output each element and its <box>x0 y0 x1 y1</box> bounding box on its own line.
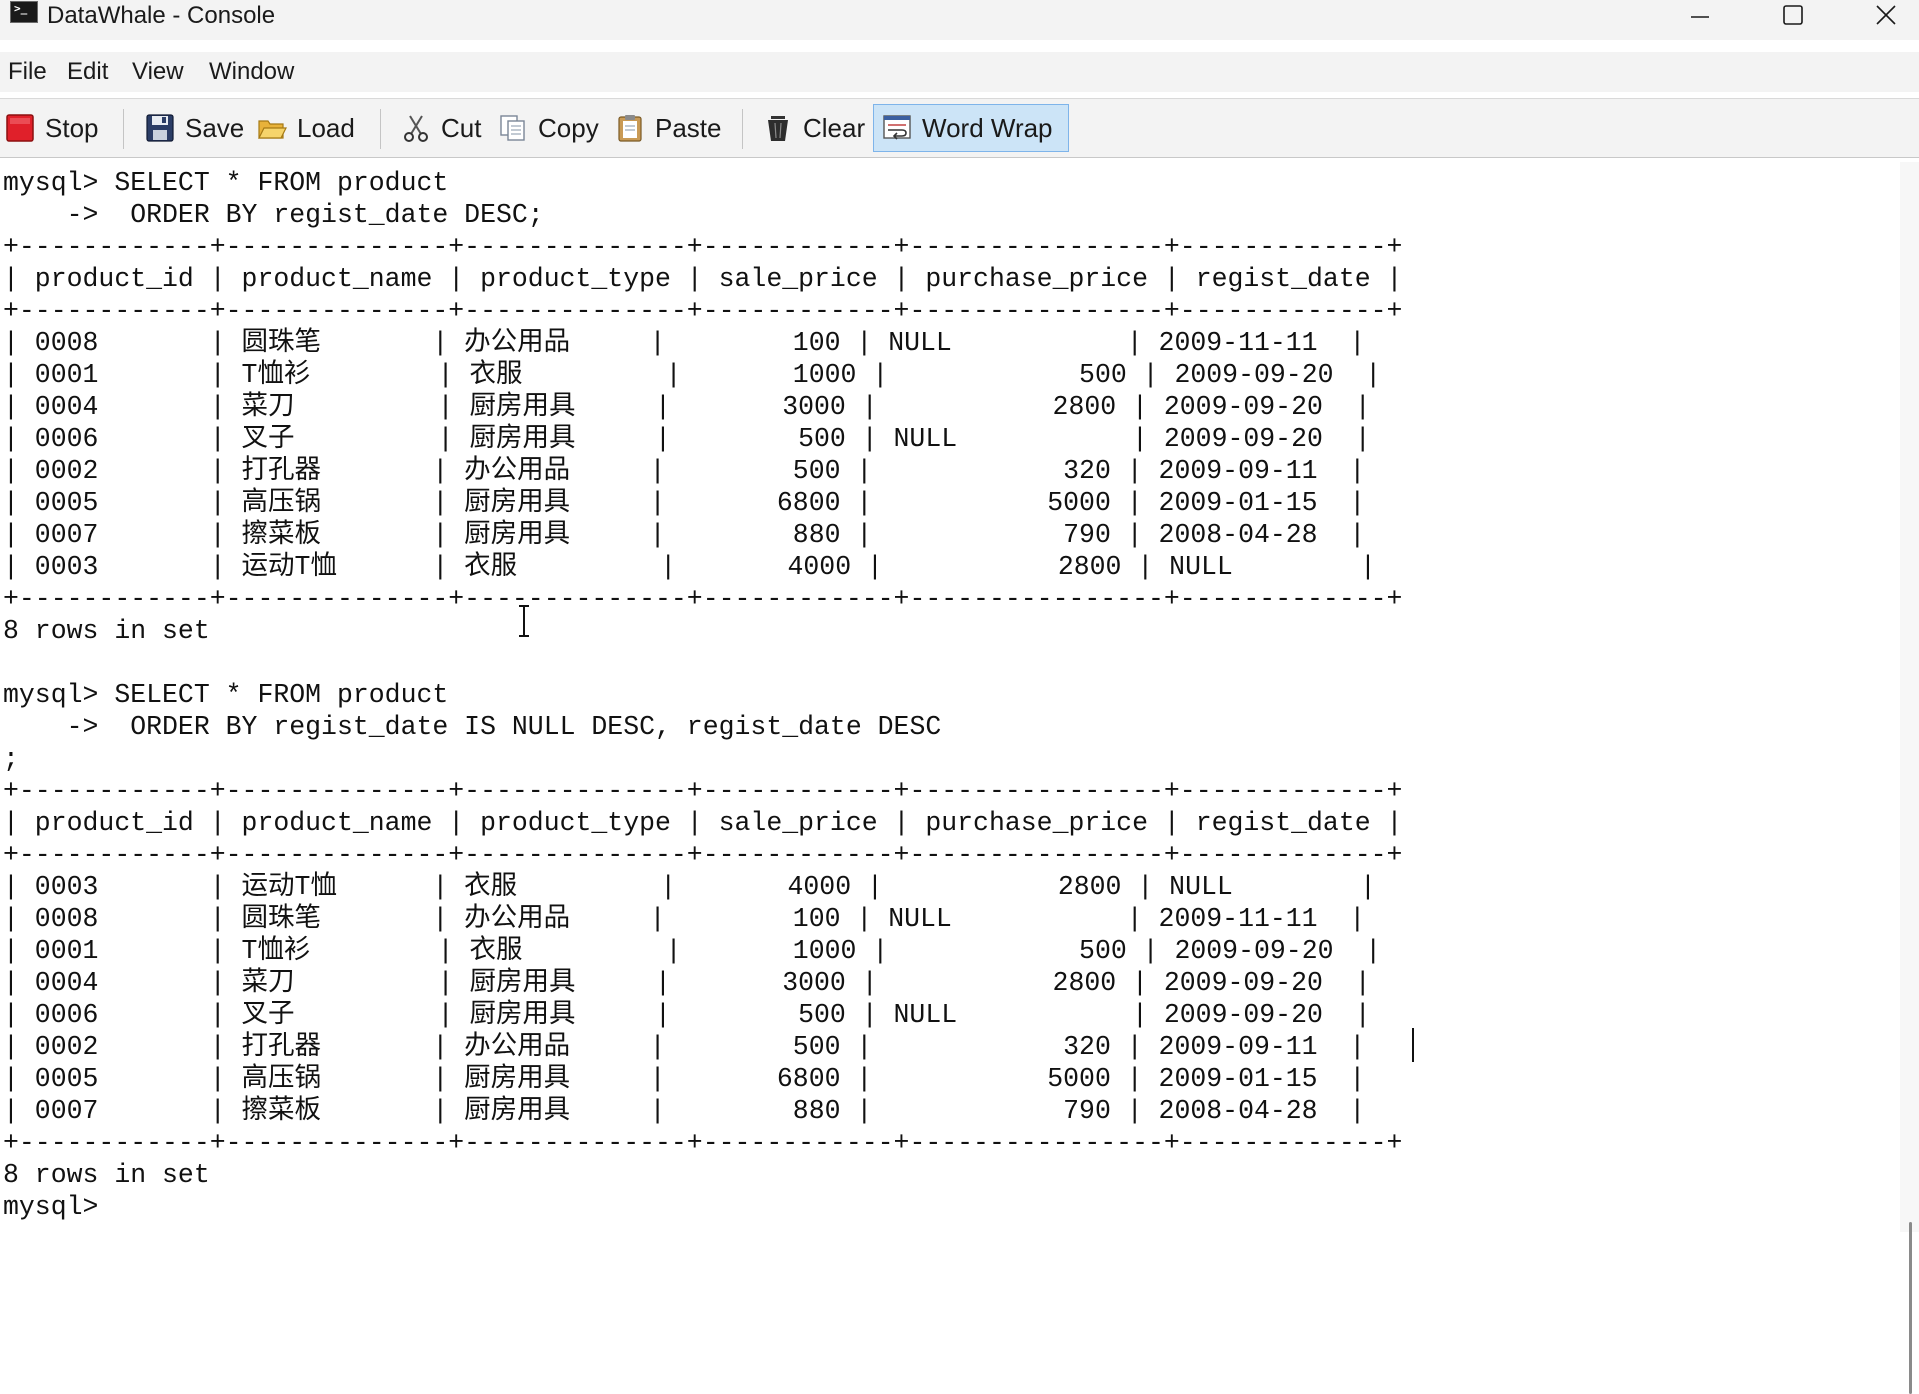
console-line: | 0008 | 圆珠笔 | 办公用品 | 100 | NULL | 2009-… <box>3 904 1366 934</box>
console-line: 8 rows in set <box>3 1160 210 1190</box>
console-line: 8 rows in set <box>3 616 210 646</box>
stop-label: Stop <box>45 112 99 143</box>
console-line: | 0003 | 运动T恤 | 衣服 | 4000 | 2800 | NULL … <box>3 872 1376 902</box>
toolbar-separator <box>380 109 381 149</box>
load-label: Load <box>297 112 355 143</box>
vertical-scrollbar[interactable] <box>1900 162 1919 1394</box>
console-line: -> ORDER BY regist_date IS NULL DESC, re… <box>3 712 942 742</box>
window-title: DataWhale - Console <box>47 2 276 29</box>
menu-bar: File Edit View Window <box>0 52 1919 92</box>
console-line: mysql> SELECT * FROM product <box>3 680 449 710</box>
stop-icon <box>6 114 34 142</box>
word-wrap-button[interactable]: Word Wrap <box>873 104 1069 152</box>
console-line: | 0006 | 叉子 | 厨房用具 | 500 | NULL | 2009-0… <box>3 424 1371 454</box>
console-line: | 0003 | 运动T恤 | 衣服 | 4000 | 2800 | NULL … <box>3 552 1376 582</box>
console-line: | 0001 | T恤衫 | 衣服 | 1000 | 500 | 2009-09… <box>3 936 1382 966</box>
stop-button[interactable]: Stop <box>5 104 99 152</box>
save-button[interactable]: Save <box>145 104 244 152</box>
console-line: | 0007 | 擦菜板 | 厨房用具 | 880 | 790 | 2008-0… <box>3 1096 1366 1126</box>
console-line: | product_id | product_name | product_ty… <box>3 808 1403 838</box>
console-line: +------------+--------------+-----------… <box>3 776 1403 806</box>
console-line: | 0002 | 打孔器 | 办公用品 | 500 | 320 | 2009-0… <box>3 456 1366 486</box>
console-line: +------------+--------------+-----------… <box>3 584 1403 614</box>
console-line: | 0007 | 擦菜板 | 厨房用具 | 880 | 790 | 2008-0… <box>3 520 1366 550</box>
cut-label: Cut <box>441 112 482 143</box>
clear-label: Clear <box>803 112 866 143</box>
copy-label: Copy <box>538 112 599 143</box>
maximize-button[interactable] <box>1765 0 1821 32</box>
clipboard-paste-icon <box>618 115 642 142</box>
close-icon <box>1876 5 1896 25</box>
console-line: | 0008 | 圆珠笔 | 办公用品 | 100 | NULL | 2009-… <box>3 328 1366 358</box>
word-wrap-icon <box>883 115 911 140</box>
word-wrap-label: Word Wrap <box>922 112 1053 143</box>
copy-button[interactable]: Copy <box>498 104 599 152</box>
console-line: +------------+--------------+-----------… <box>3 296 1403 326</box>
save-icon <box>146 114 174 142</box>
trash-icon <box>768 116 788 141</box>
console-line: | 0002 | 打孔器 | 办公用品 | 500 | 320 | 2009-0… <box>3 1032 1366 1062</box>
console-line: | product_id | product_name | product_ty… <box>3 264 1403 294</box>
close-button[interactable] <box>1858 0 1914 32</box>
maximize-icon <box>1783 5 1803 25</box>
load-button[interactable]: Load <box>257 104 355 152</box>
copy-icon <box>500 115 525 141</box>
paste-label: Paste <box>655 112 722 143</box>
menu-edit[interactable]: Edit <box>63 56 112 88</box>
console-line: mysql> <box>3 1192 99 1222</box>
console-line: | 0006 | 叉子 | 厨房用具 | 500 | NULL | 2009-0… <box>3 1000 1371 1030</box>
console-line: ; <box>3 744 19 774</box>
console-line: | 0005 | 高压锅 | 厨房用具 | 6800 | 5000 | 2009… <box>3 488 1366 518</box>
console-line: -> ORDER BY regist_date DESC; <box>3 200 544 230</box>
minimize-button[interactable] <box>1672 0 1728 32</box>
folder-open-icon <box>258 120 287 139</box>
i-beam-cursor-icon <box>519 605 529 637</box>
scissors-icon <box>404 115 428 142</box>
paste-button[interactable]: Paste <box>615 104 722 152</box>
text-caret <box>1412 1028 1414 1062</box>
toolbar-separator <box>123 109 124 149</box>
console-output[interactable]: mysql> SELECT * FROM product -> ORDER BY… <box>0 162 1900 1232</box>
toolbar: Stop Save Load Cut Copy Paste Clear Word… <box>0 99 1919 158</box>
console-line: +------------+--------------+-----------… <box>3 232 1403 262</box>
menu-view[interactable]: View <box>128 56 188 88</box>
console-line: +------------+--------------+-----------… <box>3 840 1403 870</box>
minimize-icon <box>1691 16 1709 18</box>
title-bar: >_ DataWhale - Console <box>0 0 1919 40</box>
console-line: | 0005 | 高压锅 | 厨房用具 | 6800 | 5000 | 2009… <box>3 1064 1366 1094</box>
toolbar-separator <box>742 109 743 149</box>
console-line: | 0001 | T恤衫 | 衣服 | 1000 | 500 | 2009-09… <box>3 360 1382 390</box>
cut-button[interactable]: Cut <box>401 104 481 152</box>
scrollbar-thumb[interactable] <box>1909 1222 1912 1394</box>
console-line: | 0004 | 菜刀 | 厨房用具 | 3000 | 2800 | 2009-… <box>3 968 1371 998</box>
console-line: +------------+--------------+-----------… <box>3 1128 1403 1158</box>
console-line: mysql> SELECT * FROM product <box>3 168 449 198</box>
console-line: | 0004 | 菜刀 | 厨房用具 | 3000 | 2800 | 2009-… <box>3 392 1371 422</box>
menu-file[interactable]: File <box>4 56 51 88</box>
console-app-icon: >_ <box>10 1 38 23</box>
save-label: Save <box>185 112 245 143</box>
menu-window[interactable]: Window <box>205 56 298 88</box>
clear-button[interactable]: Clear <box>763 104 865 152</box>
